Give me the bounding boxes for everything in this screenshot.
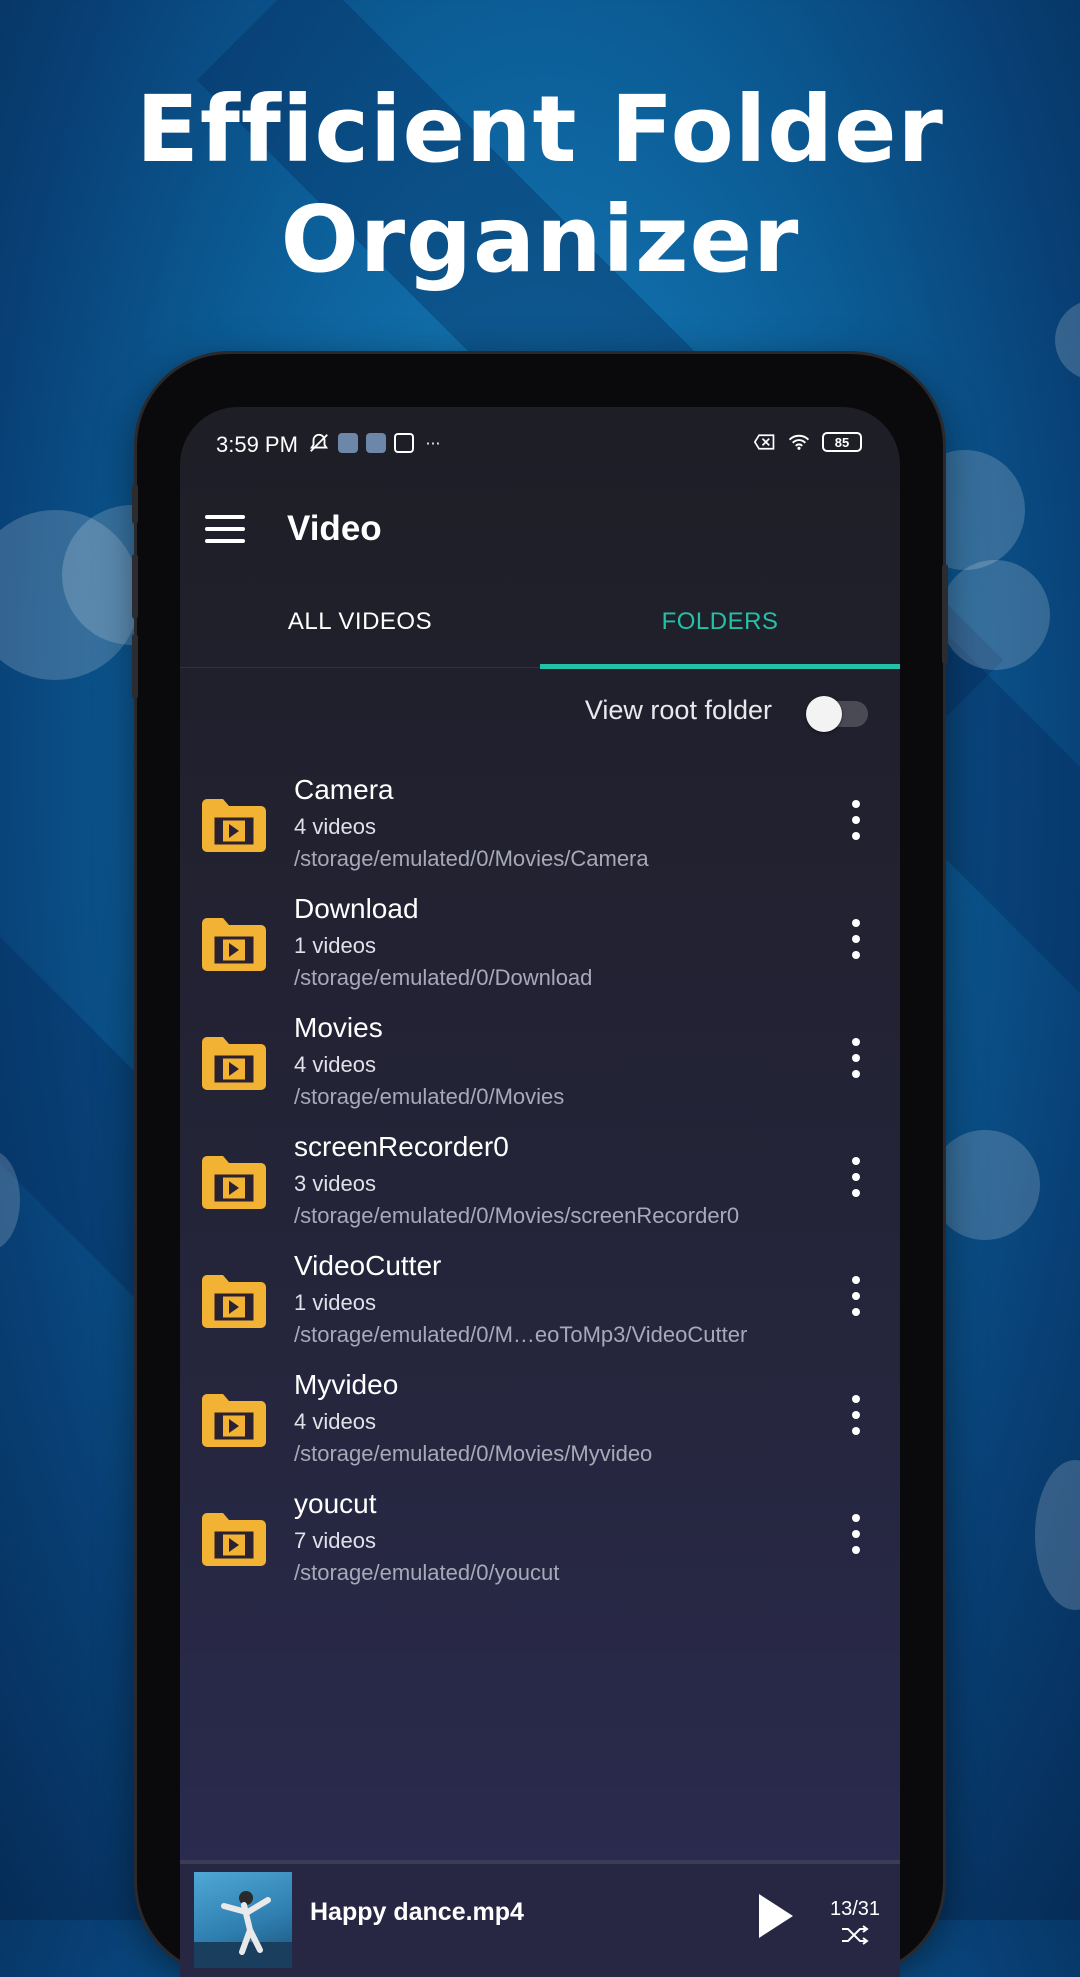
video-folder-icon [199,914,269,974]
more-options-icon[interactable] [851,800,861,840]
folder-row[interactable]: Movies 4 videos/storage/emulated/0/Movies [180,1000,900,1119]
folder-video-count: 7 videos [294,1528,376,1553]
folder-row[interactable]: Download 1 videos/storage/emulated/0/Down… [180,881,900,1000]
more-options-icon[interactable] [851,1276,861,1316]
folder-list: Camera 4 videos/storage/emulated/0/Movies… [180,762,900,1595]
view-root-folder-row: View root folder [180,677,900,747]
wifi-icon [788,431,810,453]
folder-name: VideoCutter [294,1250,442,1281]
folder-video-count: 1 videos [294,1290,376,1315]
folder-path: /storage/emulated/0/youcut [294,1560,560,1585]
app-notification-icon [394,433,414,453]
folder-path: /storage/emulated/0/Movies/Camera [294,846,649,871]
folder-row[interactable]: Camera 4 videos/storage/emulated/0/Movies… [180,762,900,881]
app-bar: Video [180,487,900,577]
folder-name: Download [294,893,419,924]
folder-video-count: 3 videos [294,1171,376,1196]
mini-player[interactable]: Happy dance.mp4 13/31 [180,1860,900,1977]
folder-name: Myvideo [294,1369,399,1400]
folder-name: Movies [294,1012,383,1043]
folder-row[interactable]: youcut 7 videos/storage/emulated/0/youcut [180,1476,900,1595]
more-options-icon[interactable] [851,1514,861,1554]
folder-name: screenRecorder0 [294,1131,509,1162]
folder-row[interactable]: screenRecorder0 3 videos/storage/emulated… [180,1119,900,1238]
folder-video-count: 4 videos [294,1052,376,1077]
phone-screen: 3:59 PM ⋯ 85 Video ALL VIDEOS FOLDERS Vi… [180,407,900,1977]
shuffle-icon[interactable] [840,1924,870,1946]
tab-indicator [540,664,900,669]
status-icons-left: ⋯ [308,432,444,454]
view-root-folder-label: View root folder [584,695,772,725]
headline-line-1: Efficient Folder [136,76,944,183]
playlist-position: 13/31 [830,1898,881,1920]
folder-path: /storage/emulated/0/Movies/screenRecorde… [294,1203,740,1228]
video-folder-icon [199,1033,269,1093]
tab-bar: ALL VIDEOS FOLDERS [180,577,900,669]
phone-frame: 3:59 PM ⋯ 85 Video ALL VIDEOS FOLDERS Vi… [132,354,948,1977]
folder-path: /storage/emulated/0/Movies/Myvideo [294,1441,653,1466]
app-notification-icon [366,433,386,453]
more-options-icon[interactable] [851,919,861,959]
sim-icon [754,431,776,453]
tab-folders[interactable]: FOLDERS [540,577,900,667]
folder-path: /storage/emulated/0/Download [294,965,593,990]
video-folder-icon [199,1509,269,1569]
folder-video-count: 1 videos [294,933,376,958]
folder-path: /storage/emulated/0/M…eoToMp3/VideoCutte… [294,1322,748,1347]
video-folder-icon [199,1390,269,1450]
play-icon[interactable] [759,1894,793,1938]
headline-line-2: Organizer [280,186,800,293]
more-options-icon[interactable] [851,1395,861,1435]
folder-path: /storage/emulated/0/Movies [294,1084,565,1109]
video-thumbnail[interactable] [194,1872,292,1968]
muted-bell-icon [308,432,330,454]
video-folder-icon [199,1152,269,1212]
view-root-folder-toggle[interactable] [806,696,868,732]
status-icons-right: 85 [754,431,862,453]
app-title: Video [287,509,382,548]
folder-video-count: 4 videos [294,1409,376,1434]
status-time: 3:59 PM [216,432,298,457]
video-folder-icon [199,795,269,855]
folder-row[interactable]: VideoCutter 1 videos/storage/emulated/0/M… [180,1238,900,1357]
battery-icon: 85 [822,432,862,452]
app-notification-icon [338,433,358,453]
more-dots-icon: ⋯ [425,435,441,452]
player-title: Happy dance.mp4 [310,1898,524,1926]
headline: Efficient Folder Organizer [0,75,1080,295]
folder-video-count: 4 videos [294,814,376,839]
video-folder-icon [199,1271,269,1331]
tab-all-videos[interactable]: ALL VIDEOS [180,577,540,667]
status-bar: 3:59 PM ⋯ 85 [180,407,900,477]
folder-row[interactable]: Myvideo 4 videos/storage/emulated/0/Movie… [180,1357,900,1476]
folder-name: youcut [294,1488,377,1519]
folder-name: Camera [294,774,394,805]
menu-icon[interactable] [205,515,245,545]
more-options-icon[interactable] [851,1157,861,1197]
more-options-icon[interactable] [851,1038,861,1078]
